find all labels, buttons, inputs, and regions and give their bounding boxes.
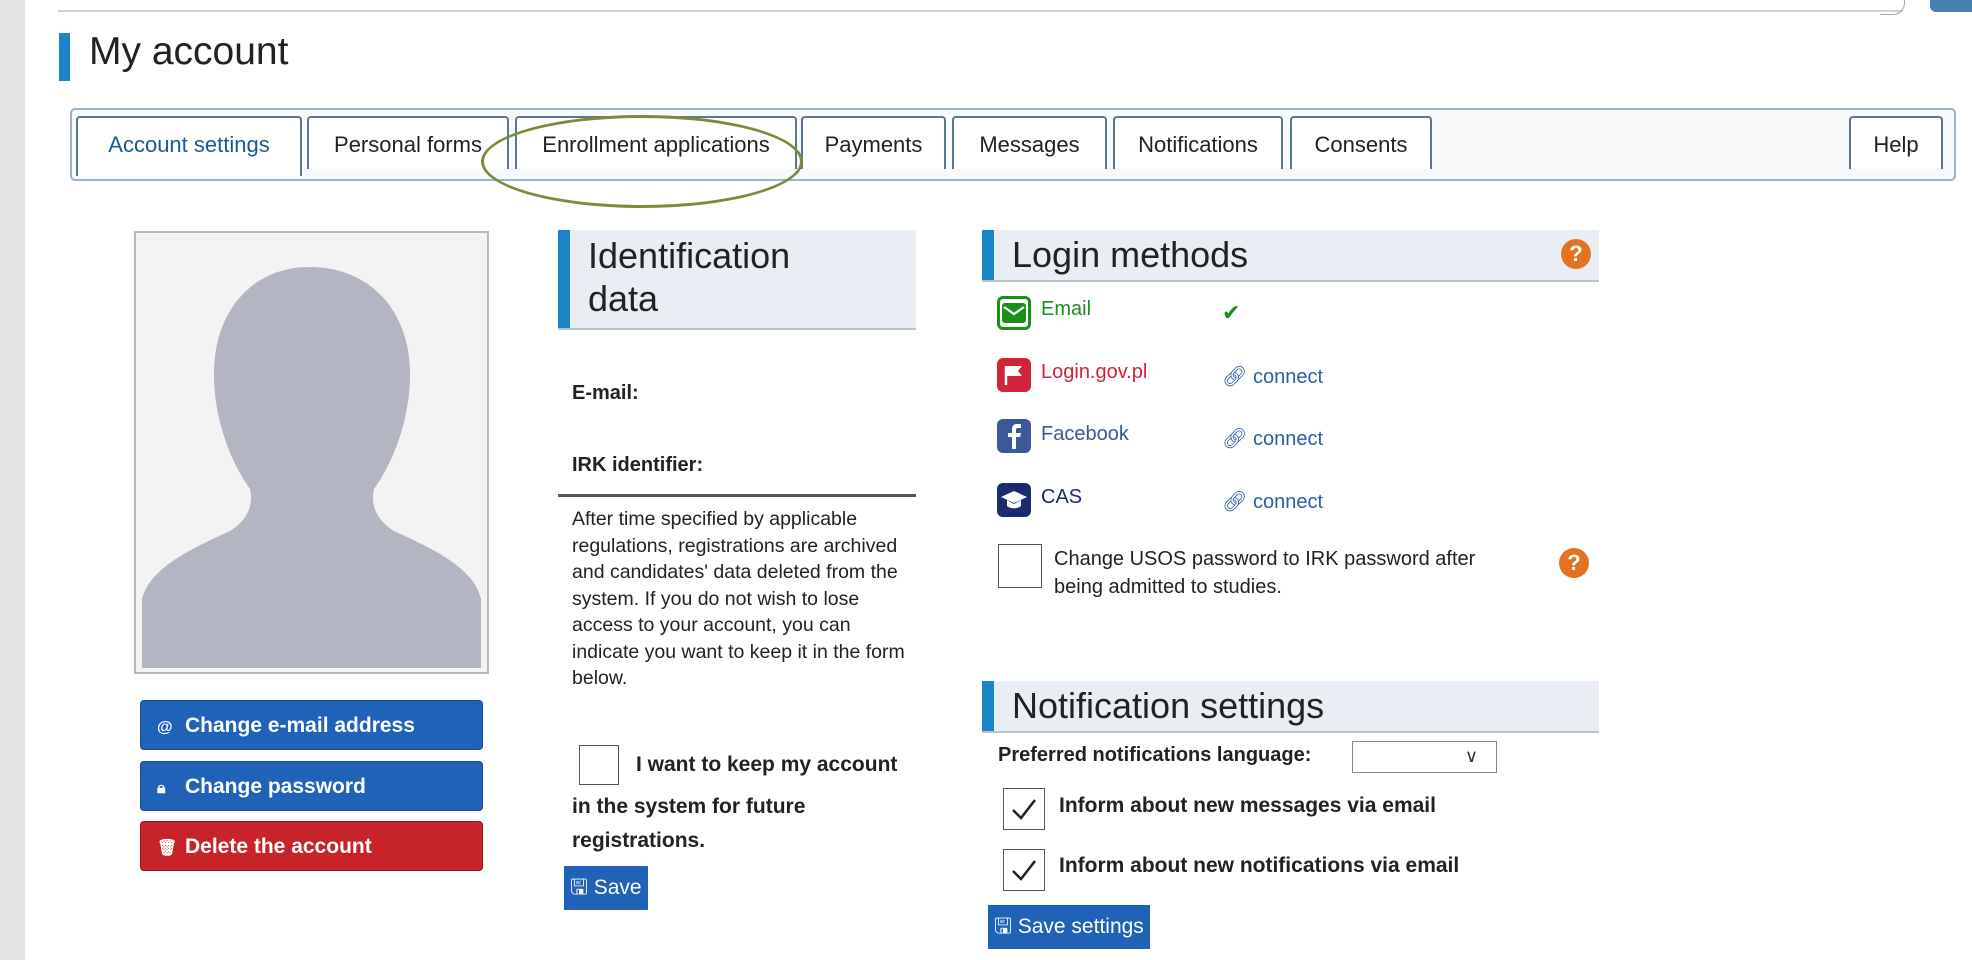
avatar	[134, 231, 489, 674]
save-keep-account-button[interactable]: 🖫︎ Save	[564, 866, 648, 910]
login-methods-title: Login methods	[1012, 234, 1249, 275]
login-methods-help-icon[interactable]: ?	[1561, 239, 1591, 269]
floppy-icon: 🖫︎	[994, 915, 1018, 938]
connect-label: connect	[1252, 491, 1324, 513]
connect-login-gov-pl-link[interactable]: 🔗︎ connect	[1222, 364, 1323, 389]
login-method-login-gov-pl: Login.gov.pl	[1041, 361, 1148, 383]
usos-password-label-line2: being admitted to studies.	[1054, 576, 1282, 598]
notification-language-label: Preferred notifications language:	[998, 744, 1312, 766]
identification-heading: Identification data	[558, 230, 916, 330]
inform-notifications-checkbox[interactable]	[1003, 849, 1045, 891]
delete-account-label: Delete the account	[185, 835, 372, 858]
irk-identifier-label: IRK identifier:	[572, 454, 704, 476]
checkmark-icon: ✔	[1222, 300, 1241, 325]
change-password-button[interactable]: 🔒︎ Change password	[140, 761, 483, 811]
tab-help[interactable]: Help	[1849, 116, 1943, 169]
usos-password-checkbox[interactable]	[998, 544, 1042, 588]
connect-facebook-link[interactable]: 🔗︎ connect	[1222, 426, 1323, 451]
login-method-email: Email	[1041, 298, 1092, 320]
login-methods-heading: Login methods	[982, 230, 1599, 282]
tab-messages[interactable]: Messages	[952, 116, 1107, 169]
tab-account-settings[interactable]: Account settings	[76, 116, 302, 176]
flag-icon	[997, 358, 1031, 392]
left-sidebar-strip	[0, 0, 25, 960]
section-accent-bar	[982, 681, 994, 731]
tab-personal-forms[interactable]: Personal forms	[307, 116, 509, 169]
connect-label: connect	[1252, 366, 1324, 388]
top-right-tab[interactable]	[1930, 0, 1972, 12]
keep-account-label-line2: in the system for future	[572, 795, 806, 818]
archive-note: After time specified by applicable regul…	[572, 508, 905, 689]
save-settings-button[interactable]: 🖫︎ Save settings	[988, 905, 1150, 949]
notification-settings-heading: Notification settings	[982, 681, 1599, 733]
top-divider	[58, 10, 1903, 12]
delete-account-button[interactable]: 🗑︎ Delete the account	[140, 821, 483, 871]
section-accent-bar	[982, 230, 994, 280]
inform-messages-checkbox[interactable]	[1003, 788, 1045, 830]
link-icon: 🔗︎	[1222, 491, 1253, 513]
connect-label: connect	[1252, 428, 1324, 450]
change-email-button[interactable]: @ Change e-mail address	[140, 700, 483, 750]
connect-cas-link[interactable]: 🔗︎ connect	[1222, 489, 1323, 514]
floppy-icon: 🖫︎	[570, 876, 594, 899]
link-icon: 🔗︎	[1222, 366, 1253, 388]
avatar-silhouette-icon	[142, 239, 481, 668]
inform-messages-label: Inform about new messages via email	[1059, 794, 1436, 817]
inform-notifications-label: Inform about new notifications via email	[1059, 854, 1460, 877]
checkmark-icon	[1012, 860, 1036, 881]
facebook-icon	[997, 419, 1031, 453]
chevron-down-icon: ∨	[1464, 746, 1478, 766]
page-title: My account	[89, 30, 289, 73]
email-envelope-icon	[997, 296, 1031, 330]
lock-icon: 🔒︎	[157, 780, 166, 797]
change-password-label: Change password	[185, 775, 366, 798]
graduation-cap-icon	[997, 483, 1031, 517]
identification-separator	[558, 494, 916, 497]
identification-heading-line2: data	[588, 278, 659, 319]
login-method-cas: CAS	[1041, 486, 1083, 508]
keep-account-label-line1: I want to keep my account	[636, 753, 898, 776]
save-label: Save	[593, 876, 642, 899]
trash-icon: 🗑︎	[157, 840, 178, 857]
keep-account-checkbox[interactable]	[579, 745, 619, 785]
email-label: E-mail:	[572, 382, 639, 404]
title-accent-bar	[59, 33, 70, 81]
tab-consents[interactable]: Consents	[1290, 116, 1432, 169]
change-email-label: Change e-mail address	[185, 714, 415, 737]
link-icon: 🔗︎	[1222, 428, 1253, 450]
save-settings-label: Save settings	[1017, 915, 1144, 938]
tab-payments[interactable]: Payments	[801, 116, 946, 169]
identification-heading-line1: Identification	[588, 235, 791, 276]
notification-settings-title: Notification settings	[1012, 685, 1325, 726]
tab-enrollment-applications[interactable]: Enrollment applications	[515, 116, 797, 169]
notification-language-select[interactable]: ∨	[1352, 741, 1497, 773]
usos-password-label-line1: Change USOS password to IRK password aft…	[1054, 548, 1476, 570]
top-right-decoration	[1880, 0, 1905, 15]
at-icon: @	[157, 719, 173, 736]
section-accent-bar	[558, 230, 570, 328]
keep-account-label-line3: registrations.	[572, 829, 706, 852]
checkmark-icon	[1012, 799, 1036, 820]
tab-notifications[interactable]: Notifications	[1113, 116, 1283, 169]
login-method-facebook: Facebook	[1041, 423, 1129, 445]
usos-help-icon[interactable]: ?	[1559, 548, 1589, 578]
